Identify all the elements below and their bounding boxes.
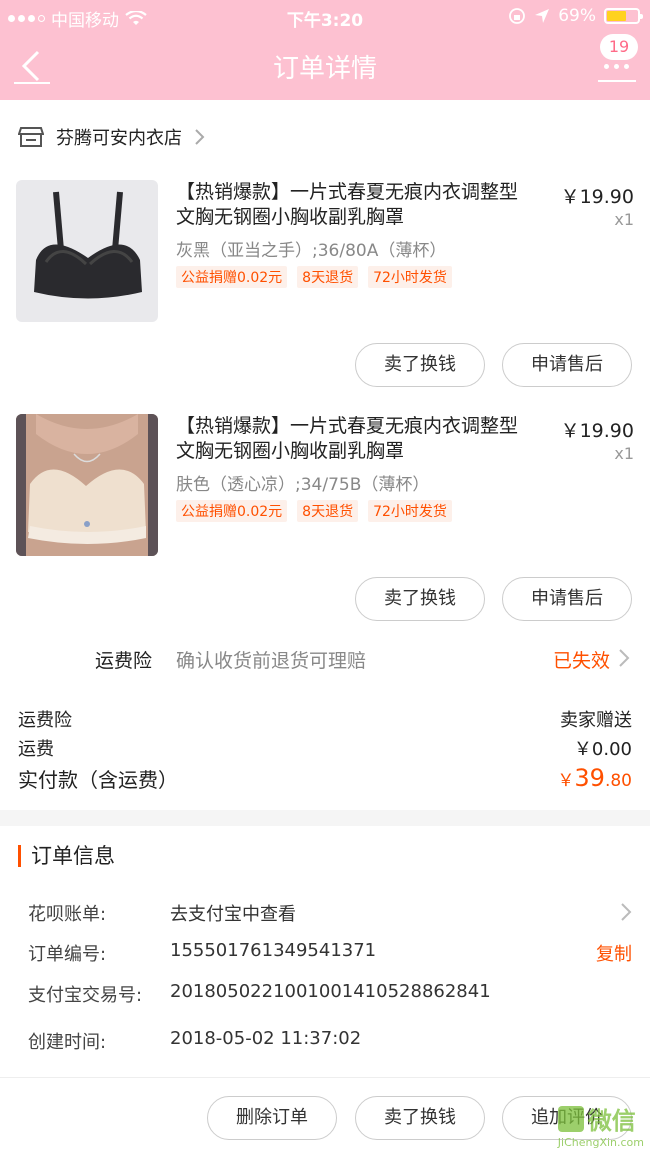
watermark-logo-icon <box>557 1105 584 1132</box>
product-price: ￥19.90 <box>560 186 634 208</box>
alipay-trade-number: 2018050221001001410528862841 <box>170 981 491 1002</box>
chevron-right-icon <box>621 903 632 921</box>
header: 中国移动 下午3:20 69% 订单详情 19 <box>0 0 650 100</box>
created-time-row: 创建时间: 2018-05-02 11:37:02 <box>28 1028 632 1054</box>
alipay-trade-row: 支付宝交易号: 2018050221001001410528862841 <box>28 981 632 1007</box>
chevron-right-icon <box>195 129 205 145</box>
order-item[interactable]: 【热销爆款】一片式春夏无痕内衣调整型文胸无钢圈小胸收副乳胸罩 灰黑（亚当之手）;… <box>0 180 650 350</box>
product-qty: x1 <box>614 210 634 229</box>
sell-button[interactable]: 卖了换钱 <box>355 577 485 621</box>
sell-button[interactable]: 卖了换钱 <box>355 1096 485 1140</box>
product-sku: 肤色（透心凉）;34/75B（薄杯） <box>176 475 430 495</box>
product-qty: x1 <box>614 444 634 463</box>
tag-donation: 公益捐赠0.02元 <box>176 266 288 288</box>
summary-ins-row: 运费险 卖家赠送 <box>18 706 632 732</box>
tag-shipping: 72小时发货 <box>368 500 452 522</box>
tag-return: 8天退货 <box>297 500 359 522</box>
summary-ins-value: 卖家赠送 <box>560 710 632 731</box>
insurance-desc: 确认收货前退货可理赔 <box>176 650 367 672</box>
order-number: 155501761349541371 <box>170 940 377 961</box>
summary-ship-label: 运费 <box>18 739 54 760</box>
info-label: 创建时间: <box>28 1032 107 1053</box>
tag-donation: 公益捐赠0.02元 <box>176 500 288 522</box>
product-image[interactable] <box>16 180 158 322</box>
info-value: 去支付宝中查看 <box>170 904 296 925</box>
shop-name: 芬腾可安内衣店 <box>56 128 182 149</box>
summary-ship-value: ￥0.00 <box>573 739 632 760</box>
page-title: 订单详情 <box>272 54 377 84</box>
shop-icon <box>18 127 44 147</box>
summary-paid-value: ￥39.80 <box>557 764 632 792</box>
insurance-label: 运费险 <box>95 650 153 672</box>
status-bar: 中国移动 下午3:20 69% <box>0 0 650 34</box>
tag-shipping: 72小时发货 <box>368 266 452 288</box>
delete-order-button[interactable]: 删除订单 <box>207 1096 337 1140</box>
watermark-text: 微信 <box>587 1107 636 1135</box>
paid-int: 39 <box>574 764 605 792</box>
info-label: 花呗账单: <box>28 904 107 925</box>
watermark-url: JiChengXin.com <box>557 1136 644 1149</box>
battery-icon <box>604 8 643 24</box>
copy-button[interactable]: 复制 <box>596 940 632 966</box>
summary-paid-row: 实付款（含运费） ￥39.80 <box>18 764 632 793</box>
product-image[interactable] <box>16 414 158 556</box>
location-icon <box>535 9 550 23</box>
message-badge: 19 <box>600 34 638 60</box>
battery-percent: 69% <box>558 6 596 26</box>
product-title[interactable]: 【热销爆款】一片式春夏无痕内衣调整型文胸无钢圈小胸收副乳胸罩 <box>176 414 536 464</box>
huabei-bill-row[interactable]: 花呗账单: 去支付宝中查看 <box>28 900 632 926</box>
shipping-insurance-row[interactable]: 运费险 确认收货前退货可理赔 已失效 <box>0 636 650 680</box>
order-item[interactable]: 【热销爆款】一片式春夏无痕内衣调整型文胸无钢圈小胸收副乳胸罩 肤色（透心凉）;3… <box>0 414 650 584</box>
product-sku: 灰黑（亚当之手）;36/80A（薄杯） <box>176 241 447 261</box>
sell-button[interactable]: 卖了换钱 <box>355 343 485 387</box>
paid-dec: .80 <box>604 771 632 791</box>
lock-rotation-icon <box>509 8 526 24</box>
watermark: 微信 JiChengXin.com <box>557 1101 644 1149</box>
after-sale-button[interactable]: 申请售后 <box>502 577 632 621</box>
product-title[interactable]: 【热销爆款】一片式春夏无痕内衣调整型文胸无钢圈小胸收副乳胸罩 <box>176 180 536 230</box>
tag-return: 8天退货 <box>297 266 359 288</box>
shop-link[interactable]: 芬腾可安内衣店 <box>18 122 206 152</box>
product-price: ￥19.90 <box>560 420 634 442</box>
more-menu-button[interactable]: 19 <box>596 34 638 86</box>
after-sale-button[interactable]: 申请售后 <box>502 343 632 387</box>
info-label: 订单编号: <box>28 944 107 965</box>
summary-ship-row: 运费 ￥0.00 <box>18 735 632 761</box>
insurance-status: 已失效 <box>552 650 610 672</box>
chevron-right-icon <box>619 649 630 667</box>
summary-paid-label: 实付款（含运费） <box>18 768 178 792</box>
more-dots-icon <box>604 64 629 69</box>
order-number-row: 订单编号: 155501761349541371 复制 <box>28 940 632 966</box>
info-label: 支付宝交易号: <box>28 985 143 1006</box>
paid-currency: ￥ <box>557 771 575 791</box>
summary-ins-label: 运费险 <box>18 710 72 731</box>
order-info-title: 订单信息 <box>18 845 115 867</box>
created-time: 2018-05-02 11:37:02 <box>170 1028 362 1049</box>
footer-bar: 删除订单 卖了换钱 追加评价 微信 JiChengXin.com <box>0 1077 650 1155</box>
